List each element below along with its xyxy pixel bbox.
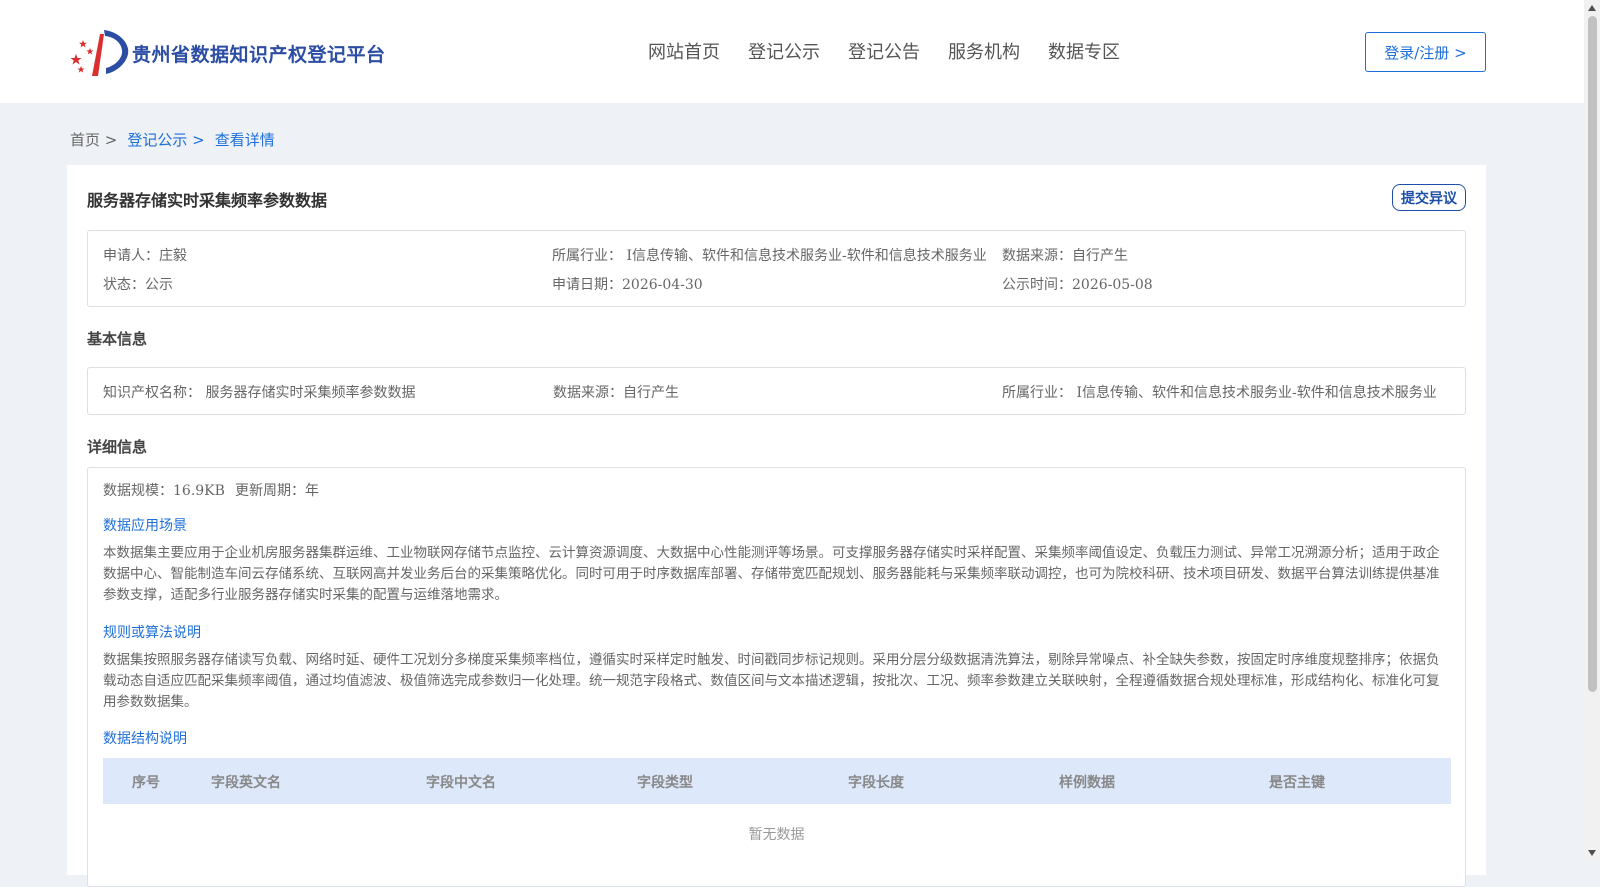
detail-info-heading: 详细信息 <box>87 438 148 456</box>
col-field-length: 字段长度 <box>848 775 904 791</box>
col-field-cn: 字段中文名 <box>426 775 496 791</box>
rules-text: 数据集按照服务器存储读写负载、网络时延、硬件工况划分多梯度采集频率档位，遵循实时… <box>103 652 1440 710</box>
page-title: 服务器存储实时采集频率参数数据 <box>87 191 328 210</box>
site-name: 贵州省数据知识产权登记平台 <box>132 43 386 66</box>
site-logo[interactable]: 贵州省数据知识产权登记平台 <box>70 28 386 78</box>
logo-emblem-icon <box>70 30 129 76</box>
main-nav: 网站首页 登记公示 登记公告 服务机构 数据专区 <box>648 38 1148 64</box>
basic-data-source: 数据来源：自行产生 <box>553 385 679 401</box>
breadcrumb: 首页 > 登记公示 > 查看详情 <box>70 129 285 150</box>
breadcrumb-registration-public[interactable]: 登记公示 > <box>127 129 204 150</box>
site-header: 贵州省数据知识产权登记平台 网站首页 登记公示 登记公告 服务机构 数据专区 登… <box>0 0 1584 103</box>
nav-service-agencies[interactable]: 服务机构 <box>948 38 1020 64</box>
scroll-down-arrow-icon[interactable] <box>1588 850 1596 856</box>
nav-home[interactable]: 网站首页 <box>648 38 720 64</box>
data-source: 数据来源：自行产生 <box>1002 248 1128 264</box>
rules-heading: 规则或算法说明 <box>103 625 201 641</box>
scroll-up-arrow-icon[interactable] <box>1588 5 1596 11</box>
basic-industry: 所属行业： I信息传输、软件和信息技术服务业-软件和信息技术服务业 <box>1002 385 1437 401</box>
detail-info-panel: 数据规模：16.9KB 更新周期：年 数据应用场景 本数据集主要应用于企业机房服… <box>87 467 1466 887</box>
publish-date: 公示时间：2026-05-08 <box>1002 277 1153 293</box>
applicant: 申请人：庄毅 <box>103 248 187 264</box>
page-scrollbar[interactable] <box>1584 0 1600 861</box>
apply-date: 申请日期：2026-04-30 <box>552 277 703 293</box>
col-sample-data: 样例数据 <box>1059 775 1115 791</box>
breadcrumb-home[interactable]: 首页 > <box>70 129 117 150</box>
submit-objection-button[interactable]: 提交异议 <box>1392 184 1466 211</box>
status: 状态：公示 <box>103 277 173 293</box>
structure-table-header: 序号 字段英文名 字段中文名 字段类型 字段长度 样例数据 是否主键 <box>103 758 1451 804</box>
col-field-type: 字段类型 <box>637 775 693 791</box>
nav-registration-public[interactable]: 登记公示 <box>748 38 820 64</box>
update-cycle: 更新周期：年 <box>235 483 319 499</box>
basic-info-heading: 基本信息 <box>87 330 148 348</box>
ip-name: 知识产权名称： 服务器存储实时采集频率参数数据 <box>103 385 416 401</box>
nav-registration-notice[interactable]: 登记公告 <box>848 38 920 64</box>
detail-card: 服务器存储实时采集频率参数数据 提交异议 申请人：庄毅 所属行业： I信息传输、… <box>67 165 1486 887</box>
table-empty-message: 暂无数据 <box>748 827 805 843</box>
industry: 所属行业： I信息传输、软件和信息技术服务业-软件和信息技术服务业 <box>552 248 987 264</box>
basic-info-panel: 知识产权名称： 服务器存储实时采集频率参数数据 数据来源：自行产生 所属行业： … <box>87 367 1466 415</box>
breadcrumb-current: 查看详情 <box>214 131 275 149</box>
nav-data-zone[interactable]: 数据专区 <box>1048 38 1120 64</box>
col-primary-key: 是否主键 <box>1269 775 1325 791</box>
login-register-button[interactable]: 登录/注册 > <box>1365 32 1486 72</box>
summary-panel: 申请人：庄毅 所属行业： I信息传输、软件和信息技术服务业-软件和信息技术服务业… <box>87 230 1466 307</box>
data-scale: 数据规模：16.9KB <box>103 483 225 499</box>
scroll-thumb[interactable] <box>1588 16 1597 692</box>
scenario-text: 本数据集主要应用于企业机房服务器集群运维、工业物联网存储节点监控、云计算资源调度… <box>103 545 1440 603</box>
col-field-en: 字段英文名 <box>211 775 281 791</box>
col-index: 序号 <box>132 775 160 791</box>
structure-heading: 数据结构说明 <box>103 731 187 747</box>
scenario-heading: 数据应用场景 <box>103 518 187 534</box>
